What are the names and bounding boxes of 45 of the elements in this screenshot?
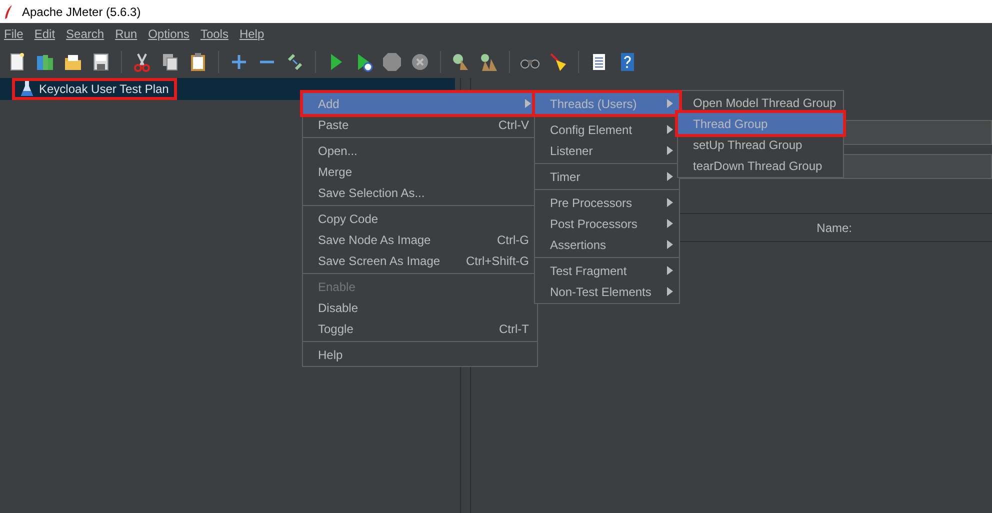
menu-item[interactable]: Paste Ctrl-V — [303, 114, 537, 135]
menu-item[interactable]: Listener — [535, 140, 679, 161]
window-title: Apache JMeter (5.6.3) — [22, 4, 141, 18]
menu-item[interactable]: Copy Code — [303, 208, 537, 229]
scissors-icon[interactable] — [131, 50, 153, 72]
menu-item[interactable]: Help — [303, 344, 537, 365]
menu-item[interactable]: Post Processors — [535, 213, 679, 234]
menu-item[interactable]: Disable — [303, 297, 537, 318]
submenu-arrow-icon — [667, 287, 673, 296]
menu-item[interactable]: Save Node As Image Ctrl-G — [303, 229, 537, 250]
submenu-arrow-icon — [525, 99, 531, 108]
menu-item[interactable]: Toggle Ctrl-T — [303, 318, 537, 339]
menu-item[interactable]: Timer — [535, 166, 679, 187]
menu[interactable]: Search — [66, 27, 104, 41]
submenu-arrow-icon — [667, 146, 673, 155]
menu[interactable]: Help — [239, 27, 264, 41]
submenu-arrow-icon — [667, 266, 673, 275]
tree-node-label: Keycloak User Test Plan — [39, 82, 169, 96]
flask-icon — [21, 81, 33, 97]
submenu-arrow-icon — [667, 198, 673, 207]
menu[interactable]: File — [4, 27, 24, 41]
menu[interactable]: Edit — [34, 27, 56, 41]
menu-item[interactable]: Open... — [303, 140, 537, 161]
submenu-arrow-icon — [667, 240, 673, 249]
menu-item[interactable]: Config Element — [535, 119, 679, 140]
menu-item[interactable]: Assertions — [535, 234, 679, 255]
stop-icon[interactable] — [381, 50, 403, 72]
menu-item[interactable]: Save Selection As... — [303, 182, 537, 203]
menu-item[interactable]: Non-Test Elements — [535, 281, 679, 302]
submenu-arrow-icon — [667, 172, 673, 181]
menu[interactable]: Tools — [200, 27, 228, 41]
menu-item[interactable]: Pre Processors — [535, 192, 679, 213]
menu-item[interactable]: Merge — [303, 161, 537, 182]
submenu-arrow-icon — [667, 219, 673, 228]
menu-item[interactable]: Save Screen As Image Ctrl+Shift-G — [303, 250, 537, 271]
menu[interactable]: Options — [148, 27, 190, 41]
submenu-arrow-icon — [667, 99, 673, 108]
menu-item[interactable]: Open Model Thread Group — [678, 92, 843, 113]
menu[interactable]: Run — [115, 27, 138, 41]
menu-item[interactable]: setUp Thread Group — [678, 134, 843, 155]
feather-icon — [4, 4, 14, 18]
column-header: Name: — [816, 220, 852, 234]
menu-item[interactable]: tearDown Thread Group — [678, 155, 843, 176]
submenu-arrow-icon — [667, 125, 673, 134]
menu-item[interactable]: Test Fragment — [535, 260, 679, 281]
